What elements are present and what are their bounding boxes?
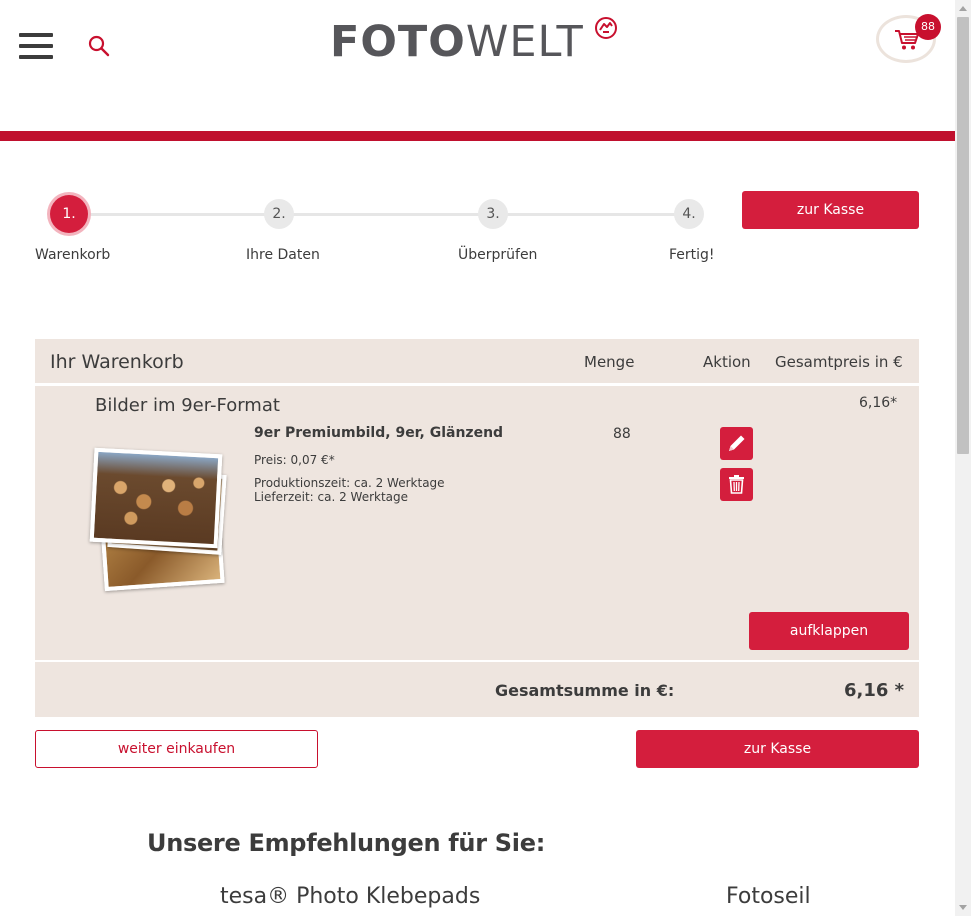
search-icon[interactable] [87, 34, 111, 58]
cart-count-badge: 88 [915, 14, 941, 40]
item-group-title: Bilder im 9er-Format [95, 395, 280, 416]
logo-emblem-icon [594, 17, 617, 39]
total-value: 6,16 * [844, 680, 905, 701]
logo-text-light: WELT [465, 17, 584, 67]
menu-icon[interactable] [19, 33, 53, 60]
scroll-down-arrow-icon[interactable] [955, 900, 971, 916]
checkout-button-bottom[interactable]: zur Kasse [636, 730, 919, 768]
scroll-up-arrow-icon[interactable] [955, 0, 971, 16]
edit-item-button[interactable] [720, 427, 753, 460]
continue-shopping-button[interactable]: weiter einkaufen [35, 730, 318, 768]
cart-total-row: Gesamtsumme in €: 6,16 * [35, 662, 919, 717]
step-2-label: Ihre Daten [246, 247, 320, 263]
total-label: Gesamtsumme in €: [495, 681, 675, 700]
step-3-label: Überprüfen [458, 247, 538, 263]
delete-item-button[interactable] [720, 468, 753, 501]
item-unit-price: Preis: 0,07 €* [254, 453, 335, 467]
photo-front-woodpile [89, 447, 223, 549]
quantity-column-header: Menge [584, 353, 635, 371]
item-group-price: 6,16* [859, 395, 898, 411]
recommendation-item-1[interactable]: tesa® Photo Klebepads [220, 884, 480, 909]
recommendation-item-2[interactable]: Fotoseil [726, 884, 811, 909]
product-thumbnail [88, 447, 236, 595]
page-scrollbar[interactable] [955, 0, 971, 916]
item-production-time: Produktionszeit: ca. 2 Werktage [254, 476, 445, 490]
checkout-button-top[interactable]: zur Kasse [742, 191, 919, 229]
recommendations-heading: Unsere Empfehlungen für Sie: [147, 829, 545, 857]
fotowelt-logo[interactable]: FOTO WELT [330, 17, 618, 67]
cart-table-header: Ihr Warenkorb Menge Aktion Gesamtpreis i… [35, 339, 919, 383]
item-name: 9er Premiumbild, 9er, Glänzend [254, 425, 504, 441]
step-1-label: Warenkorb [35, 247, 111, 263]
cart-title: Ihr Warenkorb [50, 351, 184, 373]
step-1-circle: 1. [50, 195, 88, 233]
pencil-icon [729, 435, 745, 451]
expand-button[interactable]: aufklappen [749, 612, 909, 650]
step-4-circle: 4. [674, 199, 704, 229]
scrollbar-thumb[interactable] [957, 17, 969, 454]
item-quantity: 88 [613, 426, 631, 442]
header-divider [0, 131, 955, 141]
progress-line [70, 213, 690, 216]
step-2-circle: 2. [264, 199, 294, 229]
item-delivery-time: Lieferzeit: ca. 2 Werktage [254, 490, 409, 504]
trash-icon [729, 475, 744, 494]
action-column-header: Aktion [703, 353, 751, 371]
logo-text-bold: FOTO [330, 17, 466, 67]
site-header: FOTO WELT [0, 0, 955, 131]
total-price-column-header: Gesamtpreis in € [775, 353, 903, 371]
step-4-label: Fertig! [669, 247, 715, 263]
step-3-circle: 3. [478, 199, 508, 229]
